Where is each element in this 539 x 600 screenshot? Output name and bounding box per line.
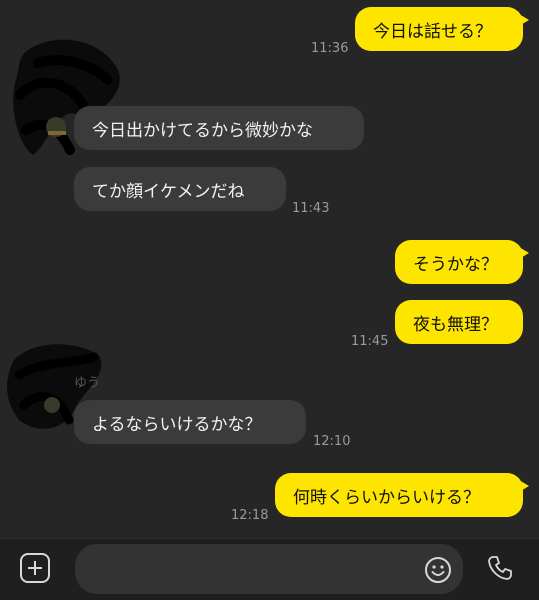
message-bubble-incoming[interactable]: てか顔イケメンだね (74, 167, 286, 211)
message-text: そうかな？ (413, 254, 498, 275)
message-bubble-incoming[interactable]: 今日出かけてるから微妙かな (74, 106, 364, 150)
message-timestamp: 12:18 (231, 508, 269, 523)
message-bubble-outgoing[interactable]: 夜も無理？ (395, 300, 523, 344)
chat-screen: 今日は話せる？ 11:36 今日出かけてるから微妙かな てか顔イケメンだね 11… (0, 0, 539, 600)
message-timestamp: 11:43 (292, 201, 330, 216)
message-bubble-outgoing[interactable]: 今日は話せる？ (355, 7, 529, 51)
message-timestamp: 11:36 (311, 41, 349, 56)
message-timestamp: 12:10 (313, 434, 351, 449)
message-timestamp: 11:45 (351, 334, 389, 349)
sender-name: ゆう (74, 376, 101, 391)
message-text: よるならいけるかな？ (92, 414, 262, 435)
message-text: 何時くらいからいける？ (293, 487, 480, 508)
plus-icon[interactable] (20, 553, 50, 583)
message-text: てか顔イケメンだね (92, 181, 245, 202)
message-input[interactable] (75, 544, 463, 594)
composer-bar (0, 538, 539, 600)
message-bubble-outgoing[interactable]: そうかな？ (395, 240, 529, 284)
avatar[interactable] (8, 35, 128, 175)
emoji-icon[interactable] (424, 556, 452, 584)
message-bubble-incoming[interactable]: よるならいけるかな？ (74, 400, 306, 444)
bubble-tail (519, 480, 529, 492)
bubble-tail (519, 14, 529, 26)
message-text: 夜も無理？ (413, 314, 498, 335)
message-text: 今日は話せる？ (373, 21, 492, 42)
phone-icon[interactable] (485, 553, 515, 583)
message-text: 今日出かけてるから微妙かな (92, 120, 313, 141)
bubble-tail (519, 247, 529, 259)
message-bubble-outgoing[interactable]: 何時くらいからいける？ (275, 473, 529, 517)
